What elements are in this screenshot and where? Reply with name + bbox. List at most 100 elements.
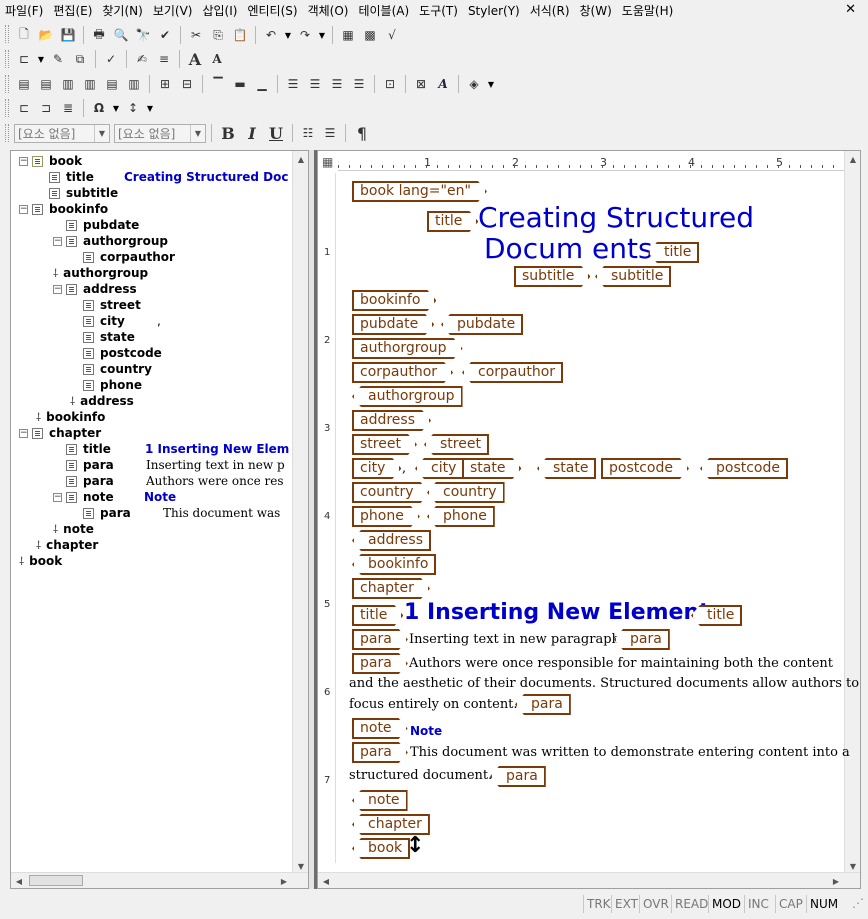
collapse-toggle-icon[interactable]: − bbox=[53, 492, 62, 502]
menu-item[interactable]: 서식(R) bbox=[525, 2, 575, 19]
scroll-left-icon[interactable]: ◀ bbox=[11, 873, 27, 888]
document-horizontal-scrollbar[interactable]: ◀ ▶ bbox=[318, 872, 860, 888]
close-document-icon[interactable]: ✕ bbox=[845, 2, 856, 17]
numbered-list-icon[interactable]: ☷ bbox=[298, 123, 318, 143]
tree-node[interactable]: title bbox=[36, 169, 94, 185]
menu-item[interactable]: 삽입(I) bbox=[197, 2, 242, 19]
collapse-toggle-icon[interactable]: − bbox=[19, 428, 28, 438]
menu-item[interactable]: 편집(E) bbox=[48, 2, 97, 19]
tag-title-end[interactable]: title bbox=[648, 242, 700, 263]
tag-para-start[interactable]: para bbox=[352, 653, 408, 674]
scroll-right-icon[interactable]: ▶ bbox=[828, 873, 844, 888]
show-tags-button[interactable]: ¶ bbox=[351, 124, 373, 143]
resize-grip-icon[interactable]: ⋰ bbox=[852, 896, 864, 910]
table-properties-icon[interactable]: ⊡ bbox=[380, 74, 400, 94]
tag-title-end[interactable]: title bbox=[691, 605, 743, 626]
tree-node[interactable]: ⸸ chapter bbox=[36, 537, 98, 553]
tree-node[interactable]: pubdate bbox=[53, 217, 139, 233]
tree-node[interactable]: phone bbox=[70, 377, 142, 393]
scroll-thumb[interactable] bbox=[29, 875, 83, 886]
line-spacing-icon[interactable]: ↕ bbox=[123, 98, 143, 118]
tree-node[interactable]: − authorgroup bbox=[53, 233, 168, 249]
chevron-down-icon[interactable]: ▼ bbox=[94, 124, 109, 142]
tag-address-end[interactable]: address bbox=[352, 530, 432, 551]
menu-item[interactable]: 찾기(N) bbox=[97, 2, 147, 19]
tag-phone-end[interactable]: phone bbox=[427, 506, 495, 527]
fill-color-dropdown-icon[interactable]: ▼ bbox=[486, 80, 496, 89]
valign-top-icon[interactable]: ▔ bbox=[208, 74, 228, 94]
tree-node[interactable]: − note bbox=[53, 489, 114, 505]
cut-icon[interactable]: ✂ bbox=[186, 25, 206, 45]
collapse-toggle-icon[interactable]: − bbox=[19, 156, 28, 166]
tree-node[interactable]: postcode bbox=[70, 345, 162, 361]
insert-pi-icon[interactable]: ≣ bbox=[58, 98, 78, 118]
ruler-toggle-icon[interactable]: ▦ bbox=[322, 155, 333, 169]
tree-node[interactable]: − chapter bbox=[19, 425, 101, 441]
document-vertical-scrollbar[interactable]: ▲ ▼ bbox=[844, 151, 860, 874]
equation-icon[interactable]: √ bbox=[382, 25, 402, 45]
spellcheck-icon[interactable]: ✔ bbox=[155, 25, 175, 45]
cell-properties-icon[interactable]: ⊠ bbox=[411, 74, 431, 94]
menu-item[interactable]: 도움말(H) bbox=[617, 2, 679, 19]
tree-node[interactable]: ⸸ authorgroup bbox=[53, 265, 148, 281]
tag-corpauthor-end[interactable]: corpauthor bbox=[462, 362, 564, 383]
tree-node[interactable]: − book bbox=[19, 153, 82, 169]
insert-element-icon[interactable]: ⊏ bbox=[14, 49, 34, 69]
tag-state-start[interactable]: state bbox=[462, 458, 521, 479]
toolbar-grip[interactable] bbox=[5, 75, 9, 93]
special-character-dropdown-icon[interactable]: ▼ bbox=[111, 104, 121, 113]
validate-icon[interactable]: ✓ bbox=[101, 49, 121, 69]
tree-node[interactable]: − address bbox=[53, 281, 137, 297]
insert-row-above-icon[interactable]: ▤ bbox=[14, 74, 34, 94]
menu-item[interactable]: 엔티티(S) bbox=[242, 2, 302, 19]
menu-item[interactable]: 테이블(A) bbox=[353, 2, 414, 19]
font-style-icon[interactable]: A bbox=[433, 74, 453, 94]
tree-node[interactable]: country bbox=[70, 361, 152, 377]
tag-authorgroup-end[interactable]: authorgroup bbox=[352, 386, 463, 407]
document-pane[interactable]: ▦ 12345 1234567 ▲ ▼ ◀ ▶ book lang="en" ti… bbox=[317, 150, 861, 889]
tag-note-end[interactable]: note bbox=[352, 790, 408, 811]
tag-bookinfo-end[interactable]: bookinfo bbox=[352, 554, 437, 575]
toolbar-grip[interactable] bbox=[5, 25, 9, 43]
collapse-toggle-icon[interactable]: − bbox=[19, 204, 28, 214]
tree-node[interactable]: ⸸ book bbox=[19, 553, 62, 569]
insert-markup-icon[interactable]: ⊏ bbox=[14, 98, 34, 118]
tree-node[interactable]: para bbox=[70, 505, 131, 521]
tree-node[interactable]: para bbox=[53, 457, 114, 473]
tag-chapter-end[interactable]: chapter bbox=[352, 814, 430, 835]
tree-node[interactable]: state bbox=[70, 329, 135, 345]
delete-column-icon[interactable]: ▥ bbox=[124, 74, 144, 94]
delete-row-icon[interactable]: ▤ bbox=[102, 74, 122, 94]
tag-book-start[interactable]: book lang="en" bbox=[352, 181, 487, 202]
collapse-toggle-icon[interactable]: − bbox=[53, 284, 62, 294]
tag-pubdate-end[interactable]: pubdate bbox=[441, 314, 524, 335]
menu-item[interactable]: Styler(Y) bbox=[463, 4, 525, 18]
tree-node[interactable]: title bbox=[53, 441, 111, 457]
tree-node[interactable]: ⸸ bookinfo bbox=[36, 409, 105, 425]
tag-chapter-start[interactable]: chapter bbox=[352, 578, 430, 599]
edit-attributes-icon[interactable]: ✍ bbox=[132, 49, 152, 69]
insert-row-below-icon[interactable]: ▤ bbox=[36, 74, 56, 94]
align-left-icon[interactable]: ☰ bbox=[283, 74, 303, 94]
tag-city-start[interactable]: city bbox=[352, 458, 401, 479]
print-preview-icon[interactable]: 🔍 bbox=[111, 25, 131, 45]
tree-node[interactable]: − bookinfo bbox=[19, 201, 108, 217]
scroll-right-icon[interactable]: ▶ bbox=[276, 873, 292, 888]
tag-subtitle-end[interactable]: subtitle bbox=[595, 266, 672, 287]
menu-item[interactable]: 보기(V) bbox=[148, 2, 198, 19]
find-icon[interactable]: 🔭 bbox=[133, 25, 153, 45]
scroll-up-icon[interactable]: ▲ bbox=[845, 151, 860, 167]
scroll-left-icon[interactable]: ◀ bbox=[318, 873, 334, 888]
tree-node[interactable]: para bbox=[53, 473, 114, 489]
insert-comment-icon[interactable]: ⊐ bbox=[36, 98, 56, 118]
insert-element-dropdown-icon[interactable]: ▼ bbox=[36, 55, 46, 64]
underline-button[interactable]: U bbox=[265, 124, 287, 143]
tag-address-start[interactable]: address bbox=[352, 410, 431, 431]
fill-color-icon[interactable]: ◈ bbox=[464, 74, 484, 94]
tag-pubdate-start[interactable]: pubdate bbox=[352, 314, 434, 335]
undo-icon[interactable]: ↶ bbox=[261, 25, 281, 45]
tag-title-start[interactable]: title bbox=[427, 211, 478, 232]
bold-button[interactable]: B bbox=[217, 124, 239, 143]
paste-icon[interactable]: 📋 bbox=[230, 25, 250, 45]
open-folder-icon[interactable]: 📂 bbox=[36, 25, 56, 45]
